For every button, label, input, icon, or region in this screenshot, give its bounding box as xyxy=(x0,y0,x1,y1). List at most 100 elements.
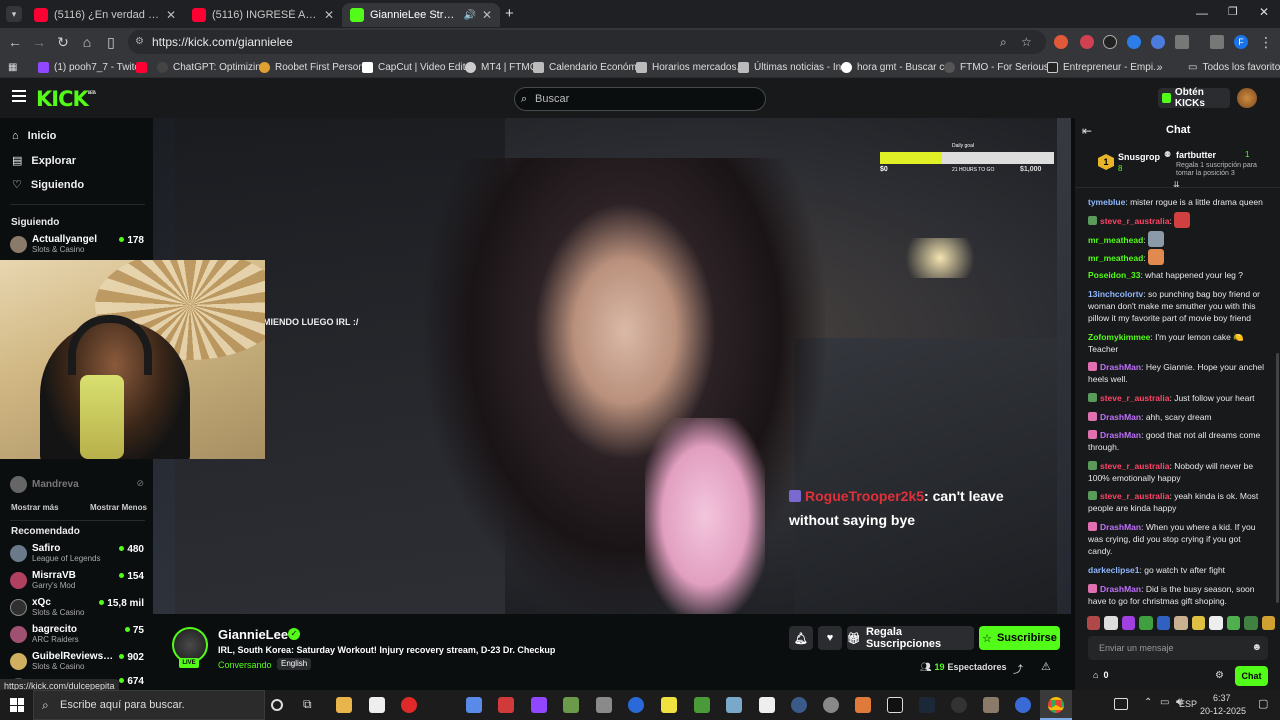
restore-icon[interactable]: ❐ xyxy=(1228,5,1238,18)
notifications-button[interactable]: 🔔︎ xyxy=(789,626,813,650)
chat-scrollbar[interactable] xyxy=(1276,353,1279,603)
chat-username[interactable]: 13inchcolortv xyxy=(1088,289,1143,299)
chat-send-button[interactable]: Chat xyxy=(1235,666,1268,686)
user-avatar[interactable] xyxy=(1237,88,1257,108)
minecraft-icon[interactable] xyxy=(694,697,710,713)
chat-username[interactable]: DrashMan xyxy=(1100,412,1141,422)
app-icon[interactable] xyxy=(498,697,514,713)
app-icon[interactable] xyxy=(855,697,871,713)
stream-category[interactable]: Conversando xyxy=(218,660,272,670)
audio-icon[interactable]: 🔊 xyxy=(463,10,475,21)
zoom-icon[interactable]: ⌕ xyxy=(1000,30,1007,54)
collapse-chat-icon[interactable]: ⇤ xyxy=(1082,124,1092,138)
sidebar-channel[interactable]: GuibelReviewsDir... Slots & Casino 902 xyxy=(10,651,144,673)
chat-username[interactable]: steve_r_australia xyxy=(1100,491,1169,501)
bookmark-star-icon[interactable]: ☆ xyxy=(1021,30,1032,54)
input-language[interactable]: ESP xyxy=(1179,699,1197,709)
emote-icon[interactable] xyxy=(1121,616,1136,630)
app-icon[interactable] xyxy=(628,697,644,713)
site-info-icon[interactable]: ⚙ xyxy=(135,30,144,54)
chat-input[interactable]: Enviar un mensaje ☻ xyxy=(1088,636,1268,660)
bookmark-item[interactable]: Roobet First Person... xyxy=(259,59,372,75)
extensions-puzzle-icon[interactable] xyxy=(1175,35,1189,49)
sidebar-channel[interactable]: bagrecito ARC Raiders 75 xyxy=(10,624,144,646)
close-icon[interactable]: ✕ xyxy=(166,8,176,22)
bookmark-item[interactable]: Últimas noticias - In... xyxy=(738,59,850,75)
nav-home[interactable]: ⌂ Inicio xyxy=(12,130,56,142)
chat-username[interactable]: DrashMan xyxy=(1100,584,1141,594)
back-icon[interactable]: ← xyxy=(6,33,24,51)
browser-tab-1[interactable]: (5116) ¿En verdad hay PIRÁMIDES ✕ xyxy=(26,3,184,27)
tiktok-icon[interactable] xyxy=(887,697,903,713)
opera-icon[interactable] xyxy=(401,697,417,713)
app-icon[interactable] xyxy=(951,697,967,713)
chat-username[interactable]: DrashMan xyxy=(1100,522,1141,532)
address-bar[interactable]: ⚙ https://kick.com/giannielee ⌕ ☆ xyxy=(128,30,1046,54)
sidepanel-icon[interactable]: ▯ xyxy=(102,33,120,51)
video-frame[interactable]: Daily goal $0 21 HOURS TO GO $1,000 MIEN… xyxy=(175,118,1057,614)
extension-icon[interactable] xyxy=(1103,35,1117,49)
chat-username[interactable]: mr_meathead xyxy=(1088,253,1143,263)
minimize-icon[interactable]: — xyxy=(1196,6,1208,20)
emoji-icon[interactable]: ☻ xyxy=(1251,636,1262,660)
app-icon[interactable] xyxy=(726,697,742,713)
bookmark-item[interactable]: (1) pooh7_7 - Twitch xyxy=(38,59,145,75)
app-icon[interactable] xyxy=(983,697,999,713)
report-icon[interactable]: ⚠ xyxy=(1041,660,1051,673)
cortana-icon[interactable] xyxy=(271,699,283,711)
notepad-icon[interactable] xyxy=(369,697,385,713)
emote-icon[interactable] xyxy=(1226,616,1241,630)
tray-icon[interactable] xyxy=(1114,698,1128,710)
browser-tab-2[interactable]: (5116) INGRESÉ AL ALCATRAZ D ✕ xyxy=(184,3,342,27)
chat-username[interactable]: tymeblue xyxy=(1088,197,1125,207)
kick-logo[interactable]: KICKBETA xyxy=(36,87,96,111)
sidebar-channel-offline[interactable]: Mandreva ⊘ xyxy=(10,474,144,496)
emote-icon[interactable] xyxy=(1156,616,1171,630)
gift-subs-button[interactable]: 🎁︎ Regala Suscripciones xyxy=(847,626,974,650)
chrome-taskbar-button[interactable] xyxy=(1040,690,1072,720)
hamburger-menu-icon[interactable] xyxy=(12,90,26,102)
chat-username[interactable]: darkeclipse1 xyxy=(1088,565,1140,575)
show-less-button[interactable]: Mostrar Menos xyxy=(90,503,147,512)
extension-icon[interactable] xyxy=(1080,35,1094,49)
expand-icon[interactable]: ⇊ xyxy=(1173,180,1180,189)
bookmark-item[interactable]: Calendario Económ... xyxy=(533,59,645,75)
bookmark-item[interactable]: Entrepreneur - Empi... xyxy=(1047,59,1161,75)
emote-icon[interactable] xyxy=(1174,616,1188,630)
app-icon[interactable] xyxy=(1015,697,1031,713)
bookmark-item[interactable]: ChatGPT: Optimizin... xyxy=(157,59,269,75)
media-icon[interactable] xyxy=(1210,35,1224,49)
settings-icon[interactable] xyxy=(823,697,839,713)
reload-icon[interactable]: ↻ xyxy=(54,33,72,51)
capcut-icon[interactable] xyxy=(759,697,775,713)
chat-username[interactable]: Poseidon_33 xyxy=(1088,270,1140,280)
home-icon[interactable]: ⌂ xyxy=(78,33,96,51)
chat-username[interactable]: Zofomykimmee xyxy=(1088,332,1150,342)
show-more-button[interactable]: Mostrar más xyxy=(11,503,59,512)
extension-icon[interactable] xyxy=(1054,35,1068,49)
app-icon[interactable] xyxy=(563,697,579,713)
app-icon[interactable] xyxy=(596,697,612,713)
bookmark-item[interactable]: FTMO - For Serious... xyxy=(944,59,1057,75)
search-input[interactable]: ⌕ Buscar xyxy=(514,87,766,111)
nav-following[interactable]: ♡ Siguiendo xyxy=(12,178,84,192)
bookmark-item[interactable]: Horarios mercados... xyxy=(636,59,745,75)
tray-overflow-icon[interactable]: ⌃ xyxy=(1144,697,1152,708)
emote-icon[interactable] xyxy=(1261,616,1275,630)
taskbar-search[interactable]: ⌕ Escribe aquí para buscar. xyxy=(33,690,265,720)
chat-username[interactable]: DrashMan xyxy=(1100,362,1141,372)
task-view-icon[interactable]: ⧉ xyxy=(303,697,312,712)
chat-username[interactable]: steve_r_australia xyxy=(1100,216,1169,226)
close-icon[interactable]: ✕ xyxy=(324,8,334,22)
windows-start-icon[interactable] xyxy=(10,698,24,712)
bookmark-item[interactable]: CapCut | Video Edit... xyxy=(362,59,474,75)
sidebar-channel[interactable]: xQc Slots & Casino 15,8 mil xyxy=(10,597,144,619)
kicks-balance[interactable]: ⌂ 0 xyxy=(1093,670,1108,680)
twitch-icon[interactable] xyxy=(531,697,547,713)
forward-icon[interactable]: → xyxy=(30,33,48,51)
network-icon[interactable]: ▭ xyxy=(1160,697,1169,708)
emote-icon[interactable] xyxy=(1244,616,1258,630)
chat-username[interactable]: DrashMan xyxy=(1100,430,1141,440)
extension-icon[interactable] xyxy=(1151,35,1165,49)
emote-icon[interactable] xyxy=(1191,616,1206,630)
